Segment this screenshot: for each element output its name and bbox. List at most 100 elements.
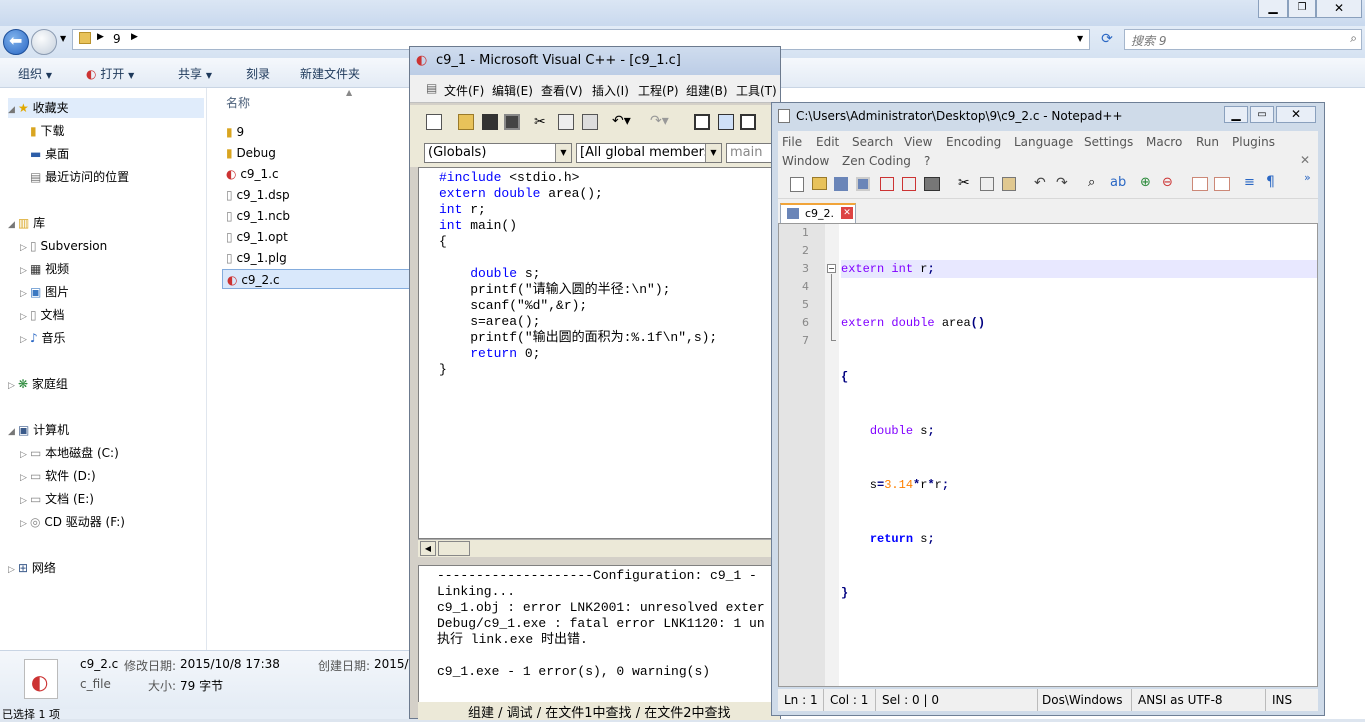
close-file-icon[interactable] [880, 177, 894, 191]
menu-zen-coding[interactable]: Zen Coding [842, 154, 911, 168]
menu-settings[interactable]: Settings [1084, 135, 1133, 149]
workspace-icon[interactable] [694, 114, 710, 130]
nav-item-drive-d[interactable]: ▷ ▭ 软件 (D:) [20, 466, 96, 486]
npp-close-button[interactable]: ✕ [1276, 106, 1316, 123]
toolbar-overflow-icon[interactable]: » [1304, 171, 1311, 184]
menu-view[interactable]: View [904, 135, 932, 149]
tab-close-icon[interactable]: ✕ [841, 207, 853, 219]
history-dropdown-icon[interactable]: ▼ [60, 34, 66, 43]
close-all-icon[interactable] [902, 177, 916, 191]
chevron-down-icon[interactable]: ▼ [1077, 34, 1083, 43]
copy-icon[interactable] [558, 114, 574, 130]
zoom-out-icon[interactable]: ⊖ [1162, 175, 1173, 190]
nav-item-subversion[interactable]: ▷ ▯ Subversion [20, 236, 107, 256]
nav-homegroup[interactable]: ▷ ❋ 家庭组 [8, 374, 68, 394]
scroll-thumb[interactable] [438, 541, 470, 556]
find-icon[interactable]: ⌕ [1088, 175, 1095, 190]
nav-network[interactable]: ▷ ⊞ 网络 [8, 558, 56, 578]
output-icon[interactable] [718, 114, 734, 130]
share-button[interactable]: 共享 ▼ [178, 65, 212, 82]
search-input[interactable]: 搜索 9 ⌕ [1124, 29, 1362, 50]
nav-item-documents[interactable]: ▷ ▯ 文档 [20, 305, 64, 325]
npp-editor[interactable]: 1 2 3 4 5 6 7 − extern int r; extern double ar… [778, 223, 1318, 687]
replace-icon[interactable]: ab [1110, 175, 1126, 190]
forward-button[interactable] [31, 29, 57, 55]
menu-edit[interactable]: 编辑(E) [492, 82, 533, 99]
new-file-icon[interactable] [426, 114, 442, 130]
menu-build[interactable]: 组建(B) [686, 82, 728, 99]
save-all-icon[interactable] [856, 177, 870, 191]
file-item[interactable]: ▯ c9_1.opt [222, 227, 412, 247]
new-folder-button[interactable]: 新建文件夹 [300, 65, 360, 82]
menu-project[interactable]: 工程(P) [638, 82, 679, 99]
nav-item-music[interactable]: ▷ ♪ 音乐 [20, 328, 66, 348]
nav-item-videos[interactable]: ▷ ▦ 视频 [20, 259, 69, 279]
menu-file[interactable]: 文件(F) [444, 82, 484, 99]
file-item[interactable]: ▯ c9_1.plg [222, 248, 412, 268]
members-combo[interactable]: [All global members ▼ [576, 143, 722, 163]
minimize-button[interactable]: ▁ [1258, 0, 1288, 18]
nav-favorites[interactable]: ◢ ★ 收藏夹 [8, 98, 204, 118]
windows-list-icon[interactable] [740, 114, 756, 130]
nav-computer[interactable]: ◢ ▣ 计算机 [8, 420, 69, 440]
horizontal-scrollbar[interactable]: ◀ [418, 539, 780, 557]
menu-insert[interactable]: 插入(I) [592, 82, 629, 99]
column-header-name[interactable]: 名称 [226, 94, 250, 111]
file-item[interactable]: ▮ Debug [222, 143, 412, 163]
paste-icon[interactable] [1002, 177, 1016, 191]
sync-v-icon[interactable] [1192, 177, 1208, 191]
menu-search[interactable]: Search [852, 135, 893, 149]
file-item-selected[interactable]: ◐ c9_2.c [222, 269, 412, 289]
word-wrap-icon[interactable]: ≡ [1244, 175, 1255, 190]
nav-item-drive-e[interactable]: ▷ ▭ 文档 (E:) [20, 489, 94, 509]
open-folder-icon[interactable] [812, 177, 827, 190]
cut-icon[interactable]: ✂ [958, 175, 970, 191]
npp-code-area[interactable]: extern int r; extern double area() { dou… [839, 224, 1317, 686]
redo-icon[interactable]: ↷ [1056, 175, 1068, 191]
scroll-left-icon[interactable]: ◀ [420, 541, 436, 556]
menu-window[interactable]: Window [782, 154, 829, 168]
class-combo[interactable]: (Globals) ▼ [424, 143, 572, 163]
file-item[interactable]: ▯ c9_1.ncb [222, 206, 412, 226]
paste-icon[interactable] [582, 114, 598, 130]
refresh-icon[interactable]: ⟳ [1096, 29, 1118, 50]
undo-icon[interactable]: ↶ [1034, 175, 1046, 191]
nav-item-desktop[interactable]: ▬ 桌面 [30, 144, 69, 164]
sync-h-icon[interactable] [1214, 177, 1230, 191]
npp-minimize-button[interactable]: ▁ [1224, 106, 1248, 123]
nav-item-pictures[interactable]: ▷ ▣ 图片 [20, 282, 69, 302]
cut-icon[interactable]: ✂ [534, 114, 546, 130]
tab-c9-2[interactable]: c9_2. ✕ [780, 203, 856, 223]
vc-code-editor[interactable]: #include <stdio.h> extern double area(); i… [418, 167, 780, 539]
menu-edit[interactable]: Edit [816, 135, 839, 149]
npp-maximize-button[interactable]: ▭ [1250, 106, 1274, 123]
menu-help[interactable]: ? [924, 154, 930, 168]
address-crumb[interactable]: 9 [113, 32, 121, 46]
menu-view[interactable]: 查看(V) [541, 82, 583, 99]
menu-run[interactable]: Run [1196, 135, 1219, 149]
output-tabs-label[interactable]: 组建 / 调试 / 在文件1中查找 / 在文件2中查找 [468, 706, 730, 720]
nav-libraries[interactable]: ◢ ▥ 库 [8, 213, 45, 233]
nav-item-recent[interactable]: ▤ 最近访问的位置 [30, 167, 129, 187]
file-item[interactable]: ▯ c9_1.dsp [222, 185, 412, 205]
new-file-icon[interactable] [790, 177, 804, 192]
close-button[interactable]: ✕ [1316, 0, 1362, 18]
nav-item-downloads[interactable]: ▮ 下载 [30, 121, 64, 141]
save-icon[interactable] [834, 177, 848, 191]
menu-tools[interactable]: 工具(T) [736, 82, 777, 99]
open-button[interactable]: ◐ 打开 ▼ [86, 65, 134, 82]
menu-plugins[interactable]: Plugins [1232, 135, 1275, 149]
vc-output-pane[interactable]: --------------------Configuration: c9_1 … [418, 565, 780, 720]
menu-encoding[interactable]: Encoding [946, 135, 1001, 149]
fold-collapse-icon[interactable]: − [827, 264, 836, 273]
undo-icon[interactable]: ↶▾ [612, 113, 631, 129]
nav-item-drive-f[interactable]: ▷ ◎ CD 驱动器 (F:) [20, 512, 125, 532]
restore-button[interactable]: ❐ [1288, 0, 1316, 18]
save-icon[interactable] [482, 114, 498, 130]
copy-icon[interactable] [980, 177, 994, 191]
menu-macro[interactable]: Macro [1146, 135, 1182, 149]
close-doc-icon[interactable]: ✕ [1300, 153, 1310, 167]
save-all-icon[interactable] [504, 114, 520, 130]
open-folder-icon[interactable] [458, 114, 474, 130]
file-item[interactable]: ▮ 9 [222, 122, 412, 142]
